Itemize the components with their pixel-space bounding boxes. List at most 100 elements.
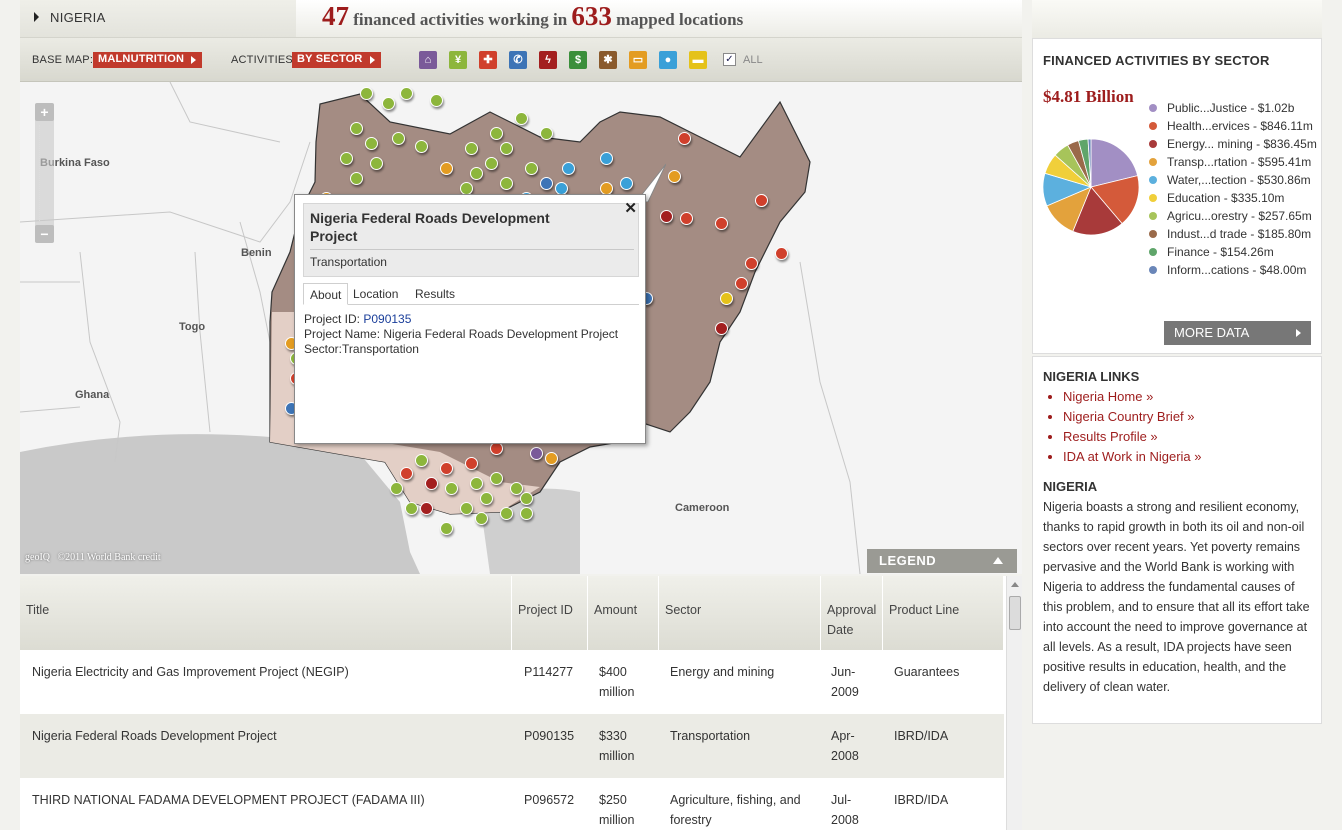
all-checkbox[interactable]: ✓ [723, 53, 736, 66]
phone-icon[interactable]: ✆ [509, 51, 527, 69]
project-marker[interactable] [480, 492, 493, 505]
project-marker[interactable] [400, 467, 413, 480]
project-marker[interactable] [440, 522, 453, 535]
water-drop-icon[interactable]: ● [659, 51, 677, 69]
project-marker[interactable] [470, 477, 483, 490]
project-marker[interactable] [340, 152, 353, 165]
project-marker[interactable] [420, 502, 433, 515]
project-marker[interactable] [440, 462, 453, 475]
project-marker[interactable] [540, 177, 553, 190]
activities-dropdown[interactable]: BY SECTOR [292, 52, 381, 68]
column-header-title[interactable]: Title [20, 576, 512, 650]
table-row[interactable]: Nigeria Electricity and Gas Improvement … [20, 650, 1004, 714]
project-marker[interactable] [382, 97, 395, 110]
project-marker[interactable] [545, 452, 558, 465]
tab-location[interactable]: Location [347, 283, 404, 305]
bank-icon[interactable]: ⌂ [419, 51, 437, 69]
project-marker[interactable] [365, 137, 378, 150]
link-country-brief[interactable]: Nigeria Country Brief » [1063, 409, 1195, 424]
project-marker[interactable] [392, 132, 405, 145]
project-marker[interactable] [390, 482, 403, 495]
project-marker[interactable] [525, 162, 538, 175]
close-icon[interactable]: ✕ [624, 199, 637, 217]
zoom-in-button[interactable]: + [35, 103, 54, 121]
project-marker[interactable] [755, 194, 768, 207]
project-marker[interactable] [475, 512, 488, 525]
table-row[interactable]: THIRD NATIONAL FADAMA DEVELOPMENT PROJEC… [20, 778, 1004, 830]
scroll-thumb[interactable] [1009, 596, 1021, 630]
table-scrollbar[interactable] [1006, 576, 1022, 830]
project-marker[interactable] [680, 212, 693, 225]
project-marker[interactable] [500, 507, 513, 520]
column-header-sector[interactable]: Sector [659, 576, 821, 650]
project-marker[interactable] [350, 172, 363, 185]
education-book-icon[interactable]: ▬ [689, 51, 707, 69]
project-marker[interactable] [562, 162, 575, 175]
project-marker[interactable] [490, 127, 503, 140]
project-marker[interactable] [400, 87, 413, 100]
tab-results[interactable]: Results [409, 283, 461, 305]
project-marker[interactable] [425, 477, 438, 490]
country-info-panel: NIGERIA LINKS Nigeria Home » Nigeria Cou… [1032, 356, 1322, 724]
project-marker[interactable] [430, 94, 443, 107]
project-marker[interactable] [715, 322, 728, 335]
project-marker[interactable] [470, 167, 483, 180]
project-marker[interactable] [530, 447, 543, 460]
column-header-project-id[interactable]: Project ID [512, 576, 588, 650]
health-cross-icon[interactable]: ✚ [479, 51, 497, 69]
project-marker[interactable] [540, 127, 553, 140]
wheat-icon[interactable]: ¥ [449, 51, 467, 69]
dollar-icon[interactable]: $ [569, 51, 587, 69]
project-marker[interactable] [415, 140, 428, 153]
column-header-approval-date[interactable]: Approval Date [821, 576, 883, 650]
project-marker[interactable] [465, 142, 478, 155]
project-marker[interactable] [490, 472, 503, 485]
project-marker[interactable] [465, 457, 478, 470]
project-id-link[interactable]: P090135 [363, 312, 411, 326]
project-marker[interactable] [720, 292, 733, 305]
project-marker[interactable] [660, 210, 673, 223]
project-marker[interactable] [745, 257, 758, 270]
zoom-out-button[interactable]: − [35, 225, 54, 243]
project-marker[interactable] [715, 217, 728, 230]
project-marker[interactable] [515, 112, 528, 125]
project-marker[interactable] [520, 492, 533, 505]
project-marker[interactable] [735, 277, 748, 290]
link-ida-at-work[interactable]: IDA at Work in Nigeria » [1063, 449, 1201, 464]
column-header-product-line[interactable]: Product Line [883, 576, 1004, 650]
project-marker[interactable] [350, 122, 363, 135]
project-marker[interactable] [445, 482, 458, 495]
country-selector[interactable]: NIGERIA [20, 0, 296, 38]
project-marker[interactable] [440, 162, 453, 175]
project-marker[interactable] [500, 142, 513, 155]
project-marker[interactable] [460, 502, 473, 515]
table-row[interactable]: Nigeria Federal Roads Development Projec… [20, 714, 1004, 778]
project-marker[interactable] [360, 87, 373, 100]
industry-gear-icon[interactable]: ✱ [599, 51, 617, 69]
project-marker[interactable] [485, 157, 498, 170]
project-marker[interactable] [415, 454, 428, 467]
link-nigeria-home[interactable]: Nigeria Home » [1063, 389, 1153, 404]
project-marker[interactable] [620, 177, 633, 190]
about-text: Nigeria boasts a strong and resilient ec… [1043, 500, 1310, 694]
project-marker[interactable] [775, 247, 788, 260]
project-marker[interactable] [520, 507, 533, 520]
scroll-up-icon[interactable] [1011, 582, 1019, 587]
more-data-button[interactable]: MORE DATA [1164, 321, 1311, 345]
transport-car-icon[interactable]: ▭ [629, 51, 647, 69]
project-marker[interactable] [500, 177, 513, 190]
project-marker[interactable] [405, 502, 418, 515]
project-marker[interactable] [600, 152, 613, 165]
legend-toggle[interactable]: LEGEND [867, 549, 1017, 573]
tab-about[interactable]: About [303, 283, 349, 305]
project-marker[interactable] [668, 170, 681, 183]
legend-entry: Indust...d trade - $185.80m [1149, 227, 1311, 245]
map-area[interactable]: Burkina Faso Benin Togo Ghana Cameroon +… [20, 82, 1022, 574]
zoom-slider[interactable] [39, 125, 50, 221]
link-results-profile[interactable]: Results Profile » [1063, 429, 1158, 444]
energy-icon[interactable]: ϟ [539, 51, 557, 69]
project-marker[interactable] [678, 132, 691, 145]
column-header-amount[interactable]: Amount [588, 576, 659, 650]
basemap-dropdown[interactable]: MALNUTRITION [93, 52, 203, 68]
project-marker[interactable] [370, 157, 383, 170]
